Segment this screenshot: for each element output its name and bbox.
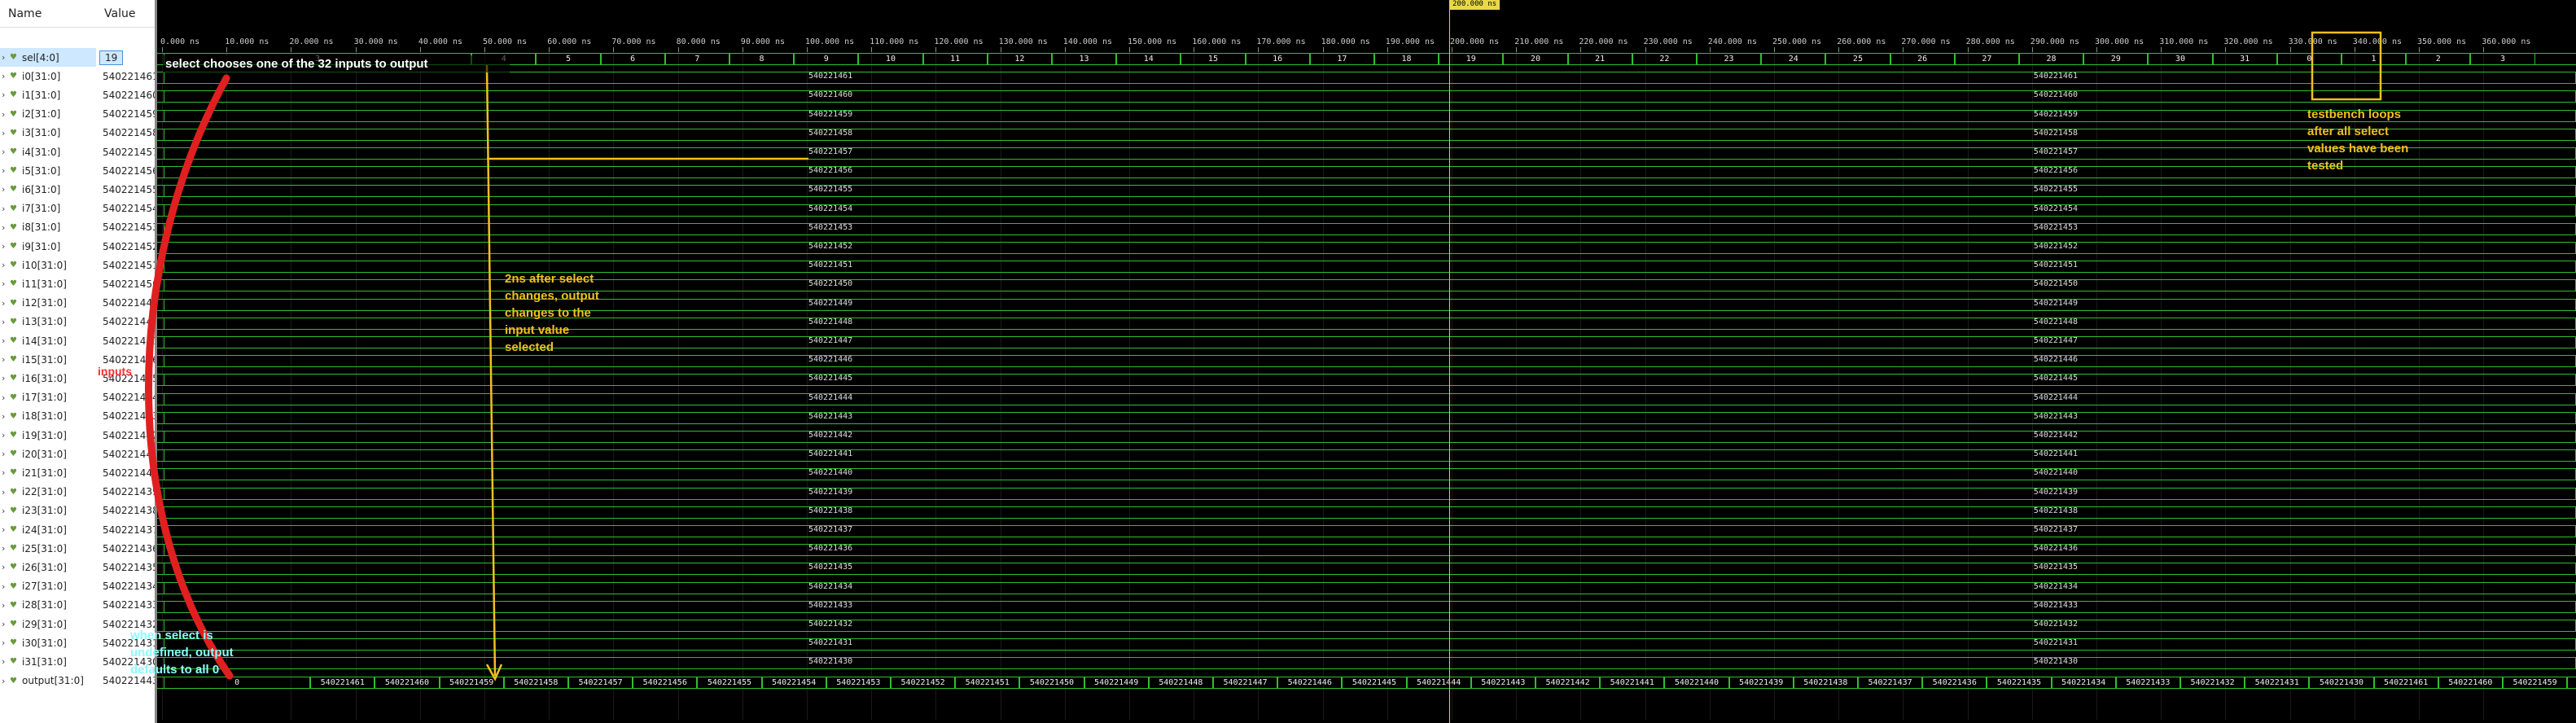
loop-annotation: testbench loops after all select values …: [2307, 107, 2409, 173]
sel-loop-highlight-box: [2311, 31, 2382, 101]
yellow-delay-arrow: [485, 64, 497, 677]
inputs-annotation: inputs: [98, 365, 132, 378]
red-curve-arrow: [145, 74, 234, 680]
waveform-viewer-window: Name › ♥ sel[4:0] › ♥ i0[31:0] › ♥ i1[31:0] › ♥ i2[…: [0, 0, 2576, 723]
annotation-overlay: [145, 31, 2382, 681]
delay-annotation: 2ns after select changes, output changes…: [505, 272, 599, 354]
undefined-annotation: when select is undefined, output default…: [130, 629, 234, 677]
select-annotation: select chooses one of the 32 inputs to o…: [163, 55, 510, 72]
